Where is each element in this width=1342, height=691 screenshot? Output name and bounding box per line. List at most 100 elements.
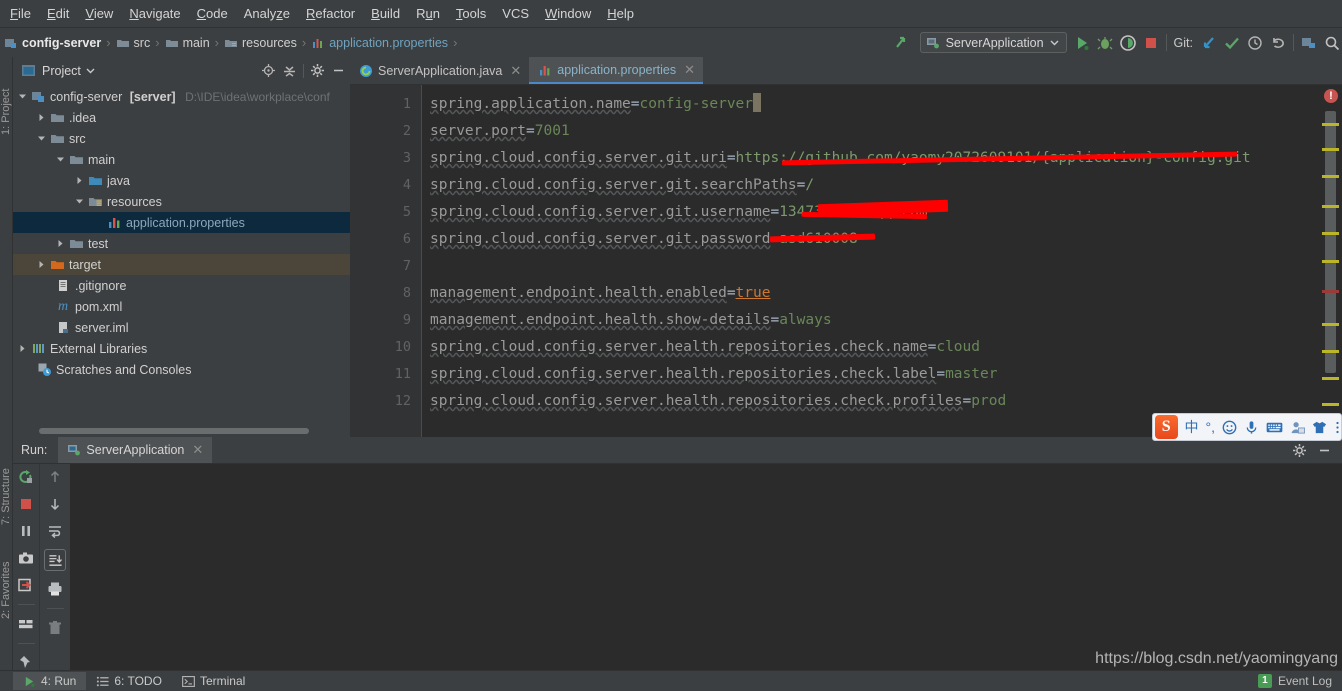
chevron-right-icon[interactable] bbox=[36, 259, 47, 270]
code-line[interactable]: spring.application.name=config-server bbox=[422, 91, 1342, 118]
chevron-down-icon[interactable] bbox=[36, 133, 47, 144]
run-console-output[interactable]: https://blog.csdn.net/yaomingyang bbox=[70, 464, 1342, 670]
status-bar-item-run[interactable]: 4: Run bbox=[13, 672, 87, 690]
tree-item-gitignore[interactable]: .gitignore bbox=[13, 275, 350, 296]
commit-button[interactable] bbox=[1224, 35, 1240, 51]
code-line[interactable]: server.port=7001 bbox=[422, 118, 1342, 145]
breadcrumb-item-src[interactable]: src bbox=[116, 36, 150, 50]
code-line[interactable]: management.endpoint.health.enabled=true bbox=[422, 280, 1342, 307]
warning-marker[interactable] bbox=[1322, 323, 1339, 326]
back-arrow-icon[interactable] bbox=[893, 34, 911, 52]
ime-user-center-icon[interactable] bbox=[1290, 420, 1305, 435]
menu-item-edit[interactable]: Edit bbox=[39, 2, 77, 25]
warning-marker[interactable] bbox=[1322, 148, 1339, 151]
locate-file-icon[interactable] bbox=[261, 63, 276, 78]
tree-item-scratches-and-consoles[interactable]: Scratches and Consoles bbox=[13, 359, 350, 380]
ime-skin-icon[interactable] bbox=[1312, 420, 1327, 435]
menu-item-vcs[interactable]: VCS bbox=[494, 2, 537, 25]
print-button[interactable] bbox=[47, 581, 63, 597]
code-line[interactable]: spring.cloud.config.server.health.reposi… bbox=[422, 388, 1342, 415]
debug-button[interactable] bbox=[1097, 35, 1113, 51]
ime-keyboard-icon[interactable] bbox=[1266, 421, 1283, 434]
project-structure-button[interactable] bbox=[1301, 35, 1317, 51]
chevron-down-icon[interactable] bbox=[17, 91, 28, 102]
warning-marker[interactable] bbox=[1322, 403, 1339, 406]
status-bar-item-todo[interactable]: 6: TODO bbox=[86, 672, 172, 690]
chevron-right-icon[interactable] bbox=[55, 238, 66, 249]
down-stack-button[interactable] bbox=[47, 496, 63, 512]
stop-button[interactable] bbox=[1143, 35, 1159, 51]
project-tree[interactable]: config-server [server] D:\IDE\idea\workp… bbox=[13, 84, 350, 437]
scroll-to-end-button[interactable] bbox=[44, 549, 66, 571]
menu-item-help[interactable]: Help bbox=[599, 2, 642, 25]
tree-item-test[interactable]: test bbox=[13, 233, 350, 254]
code-line[interactable]: spring.cloud.config.server.git.searchPat… bbox=[422, 172, 1342, 199]
code-line[interactable]: spring.cloud.config.server.health.reposi… bbox=[422, 334, 1342, 361]
export-button[interactable] bbox=[18, 577, 34, 593]
warning-marker[interactable] bbox=[1322, 350, 1339, 353]
menu-item-build[interactable]: Build bbox=[363, 2, 408, 25]
warning-marker[interactable] bbox=[1322, 232, 1339, 235]
project-tree-horizontal-scrollbar[interactable] bbox=[39, 428, 309, 434]
tool-window-button-project[interactable]: 1: Project bbox=[0, 65, 13, 135]
tree-item-application-properties[interactable]: application.properties bbox=[13, 212, 350, 233]
tool-window-button-favorites[interactable]: 2: Favorites bbox=[0, 537, 13, 619]
menu-item-refactor[interactable]: Refactor bbox=[298, 2, 363, 25]
rollback-button[interactable] bbox=[1270, 35, 1286, 51]
breadcrumb-item-module[interactable]: config-server bbox=[4, 36, 101, 50]
tree-item-main[interactable]: main bbox=[13, 149, 350, 170]
tool-window-button-structure[interactable]: 7: Structure bbox=[0, 443, 13, 525]
breadcrumb-item-main[interactable]: main bbox=[165, 36, 210, 50]
close-icon[interactable]: ✕ bbox=[684, 62, 695, 78]
menu-item-file[interactable]: File bbox=[2, 2, 39, 25]
menu-item-view[interactable]: View bbox=[77, 2, 121, 25]
close-icon[interactable]: ✕ bbox=[510, 63, 521, 79]
rerun-button[interactable] bbox=[18, 469, 34, 485]
tree-item-server-iml[interactable]: server.iml bbox=[13, 317, 350, 338]
code-line[interactable]: spring.cloud.config.server.health.reposi… bbox=[422, 361, 1342, 388]
tree-item-pom-xml[interactable]: m pom.xml bbox=[13, 296, 350, 317]
pin-button[interactable] bbox=[18, 654, 34, 670]
chevron-down-icon[interactable] bbox=[86, 66, 95, 75]
event-log-label[interactable]: Event Log bbox=[1278, 674, 1332, 688]
search-everywhere-button[interactable] bbox=[1324, 35, 1340, 51]
chevron-right-icon[interactable] bbox=[74, 175, 85, 186]
menu-item-tools[interactable]: Tools bbox=[448, 2, 494, 25]
tree-item-java[interactable]: java bbox=[13, 170, 350, 191]
editor-gutter[interactable]: 1 2 3 4 5 6 7 8 9 10 11 12 bbox=[350, 85, 422, 437]
soft-wrap-button[interactable] bbox=[47, 523, 63, 539]
clear-all-button[interactable] bbox=[47, 620, 63, 636]
screenshot-button[interactable] bbox=[18, 550, 34, 566]
stop-button[interactable] bbox=[18, 496, 34, 512]
run-tab-serverapplication[interactable]: ServerApplication ✕ bbox=[58, 437, 213, 463]
run-configuration-selector[interactable]: ServerApplication bbox=[919, 32, 1067, 53]
close-icon[interactable]: ✕ bbox=[192, 442, 203, 458]
run-with-coverage-button[interactable] bbox=[1119, 34, 1136, 51]
warning-marker[interactable] bbox=[1322, 175, 1339, 178]
menu-item-analyze[interactable]: Analyze bbox=[236, 2, 298, 25]
run-button[interactable] bbox=[1074, 35, 1090, 51]
history-button[interactable] bbox=[1247, 35, 1263, 51]
chevron-down-icon[interactable] bbox=[55, 154, 66, 165]
editor-marker-bar[interactable]: ! bbox=[1316, 85, 1342, 437]
chevron-right-icon[interactable] bbox=[36, 112, 47, 123]
chevron-down-icon[interactable] bbox=[74, 196, 85, 207]
warning-marker[interactable] bbox=[1322, 123, 1339, 126]
error-stripe-icon[interactable]: ! bbox=[1324, 89, 1338, 103]
tree-item-idea[interactable]: .idea bbox=[13, 107, 350, 128]
collapse-all-icon[interactable] bbox=[282, 63, 297, 78]
menu-item-run[interactable]: Run bbox=[408, 2, 448, 25]
chevron-right-icon[interactable] bbox=[17, 343, 28, 354]
warning-marker[interactable] bbox=[1322, 205, 1339, 208]
pause-button[interactable] bbox=[18, 523, 34, 539]
tree-item-target[interactable]: target bbox=[13, 254, 350, 275]
menu-item-code[interactable]: Code bbox=[189, 2, 236, 25]
tree-item-config-server[interactable]: config-server [server] D:\IDE\idea\workp… bbox=[13, 86, 350, 107]
code-line[interactable]: spring.cloud.config.server.git.password=… bbox=[422, 226, 1342, 253]
error-marker[interactable] bbox=[1322, 290, 1339, 293]
update-project-button[interactable] bbox=[1201, 35, 1217, 51]
warning-marker[interactable] bbox=[1322, 260, 1339, 263]
tree-item-external-libraries[interactable]: External Libraries bbox=[13, 338, 350, 359]
menu-item-window[interactable]: Window bbox=[537, 2, 599, 25]
editor-tab-application-properties[interactable]: application.properties ✕ bbox=[529, 57, 704, 84]
